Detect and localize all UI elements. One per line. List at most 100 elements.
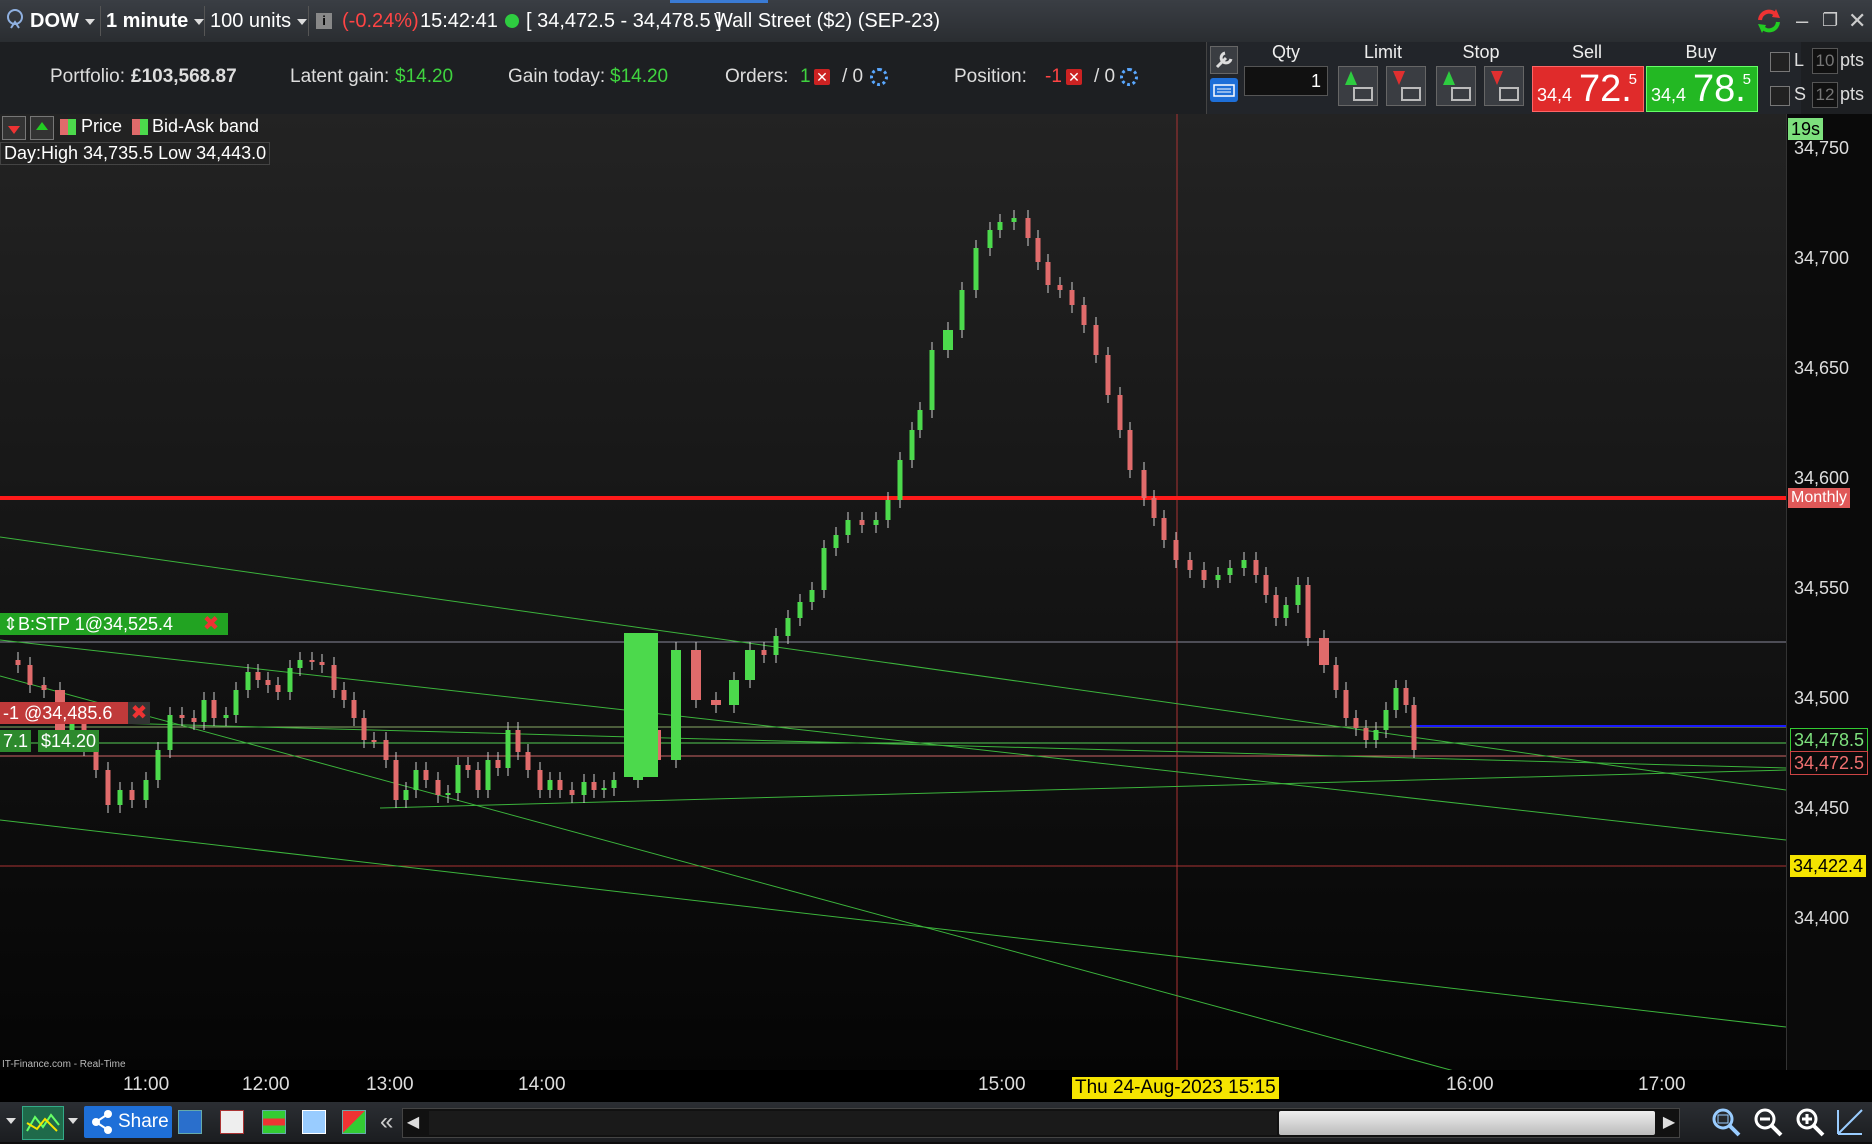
zoom-in-icon[interactable]	[1794, 1106, 1826, 1138]
buy-limit-button[interactable]	[1338, 66, 1378, 106]
chart-up-icon[interactable]	[30, 116, 54, 140]
zoom-fit-icon[interactable]	[1710, 1106, 1742, 1138]
cancel-orders-button[interactable]: ✕	[814, 68, 830, 86]
share-button[interactable]: Share	[84, 1106, 172, 1138]
stop-order-tag[interactable]: ⇕ B:STP 1@34,525.4	[0, 613, 228, 635]
close-icon[interactable]: ✕	[1848, 8, 1866, 34]
x-tick-label: 17:00	[1638, 1074, 1686, 1095]
alert-price-tag[interactable]: 34,422.4	[1790, 855, 1867, 877]
scroll-left-icon[interactable]: ◀	[403, 1109, 423, 1137]
buy-stop-button[interactable]	[1436, 66, 1476, 106]
candle	[423, 770, 429, 780]
buy-button[interactable]: 34,4 78. 5	[1646, 66, 1758, 112]
x-tick-label: 14:00	[518, 1074, 566, 1095]
candle	[729, 680, 739, 705]
zoom-out-icon[interactable]	[1752, 1106, 1784, 1138]
candle	[1283, 605, 1289, 618]
sell-limit-button[interactable]	[1386, 66, 1426, 106]
short-checkbox[interactable]	[1770, 86, 1790, 106]
sell-button[interactable]: 34,4 72. 5	[1532, 66, 1644, 112]
long-label: L	[1794, 50, 1805, 70]
candle	[1127, 430, 1133, 470]
candle	[1253, 560, 1259, 575]
market-name: Wall Street ($2) (SEP-23)	[714, 10, 940, 32]
chat-icon[interactable]	[178, 1110, 202, 1134]
candle	[557, 780, 563, 790]
monthly-level-tag: Monthly	[1788, 488, 1851, 508]
candle	[1025, 218, 1031, 238]
stop-header: Stop	[1462, 42, 1500, 62]
short-pts-input[interactable]: 12	[1812, 82, 1838, 108]
horizontal-scrollbar[interactable]: ◀ ▶	[402, 1108, 1680, 1138]
chart-canvas[interactable]	[0, 114, 1786, 1070]
timeframe-selector[interactable]: 1 minute	[106, 0, 205, 42]
instrument-selector[interactable]: DOW	[30, 0, 95, 42]
chart-tools-icon[interactable]	[1834, 1106, 1866, 1138]
limit-header: Limit	[1363, 42, 1402, 62]
stop-order-label: B:STP 1@34,525.4	[18, 614, 174, 634]
order-book-icon[interactable]	[262, 1110, 286, 1134]
cancel-stop-order-icon[interactable]: ✖	[200, 613, 222, 635]
wrench-icon[interactable]	[1210, 46, 1238, 74]
units-selector[interactable]: 100 units	[210, 0, 308, 42]
orders-pending: / 0	[842, 66, 864, 87]
chevron-down-icon[interactable]	[68, 1118, 78, 1124]
portfolio-value: £103,568.87	[131, 66, 237, 87]
candle	[1403, 688, 1409, 705]
collapse-left-icon[interactable]: «	[380, 1108, 393, 1136]
candle	[909, 430, 915, 460]
orders-list-icon[interactable]	[220, 1110, 244, 1134]
long-pts-input[interactable]: 10	[1812, 48, 1838, 74]
price-chart[interactable]	[0, 114, 1786, 1070]
position-pl: $14.20	[38, 730, 100, 752]
qty-input[interactable]	[1244, 66, 1328, 96]
bid-price-tag: 34,472.5	[1790, 751, 1869, 775]
candle	[1383, 710, 1389, 730]
candle	[361, 718, 367, 740]
candle	[371, 740, 377, 742]
candle	[1319, 638, 1329, 665]
scroll-right-icon[interactable]: ▶	[1659, 1109, 1679, 1137]
position-tag[interactable]: -1 @34,485.6	[0, 702, 134, 724]
scrollbar-track[interactable]	[429, 1111, 1277, 1135]
candle	[671, 650, 681, 760]
candle	[1295, 585, 1301, 605]
candle	[1035, 238, 1041, 262]
sell-stop-button[interactable]	[1484, 66, 1524, 106]
timeframe-label: 1 minute	[106, 10, 189, 32]
candle	[393, 760, 399, 800]
close-position-button[interactable]: ✕	[1066, 68, 1082, 86]
chevron-down-icon	[297, 18, 308, 25]
order-settings-button[interactable]	[870, 68, 888, 86]
candle	[485, 760, 491, 790]
candle	[275, 685, 281, 692]
band-legend-label[interactable]: Bid-Ask band	[152, 116, 259, 137]
windows-icon[interactable]	[302, 1110, 326, 1134]
info-icon[interactable]: i	[316, 13, 332, 29]
candle	[1105, 355, 1111, 395]
candle	[1363, 728, 1369, 740]
trade-arrows-icon[interactable]	[342, 1110, 366, 1134]
drag-handle-icon[interactable]: ⇕	[3, 613, 18, 635]
keyboard-icon[interactable]	[1210, 78, 1238, 102]
chevron-down-icon[interactable]	[6, 1118, 16, 1124]
trend-line	[0, 536, 1786, 791]
candle	[245, 672, 251, 690]
indicators-icon[interactable]	[22, 1106, 64, 1140]
chevron-down-icon	[194, 18, 205, 25]
candle	[1045, 262, 1051, 285]
candle	[591, 782, 597, 790]
price-legend-label[interactable]: Price	[81, 116, 122, 137]
minimize-icon[interactable]: –	[1796, 8, 1808, 34]
close-position-icon[interactable]: ✖	[128, 702, 150, 724]
sync-icon[interactable]	[1754, 6, 1784, 36]
candle	[973, 248, 979, 290]
restore-icon[interactable]: ❐	[1822, 10, 1838, 31]
long-checkbox[interactable]	[1770, 52, 1790, 72]
latent-gain-value: $14.20	[395, 66, 454, 87]
chart-down-icon[interactable]	[2, 116, 26, 140]
order-icon	[1499, 87, 1519, 101]
candle	[1141, 470, 1147, 498]
scrollbar-thumb[interactable]	[1279, 1111, 1655, 1135]
position-settings-button[interactable]	[1120, 68, 1138, 86]
